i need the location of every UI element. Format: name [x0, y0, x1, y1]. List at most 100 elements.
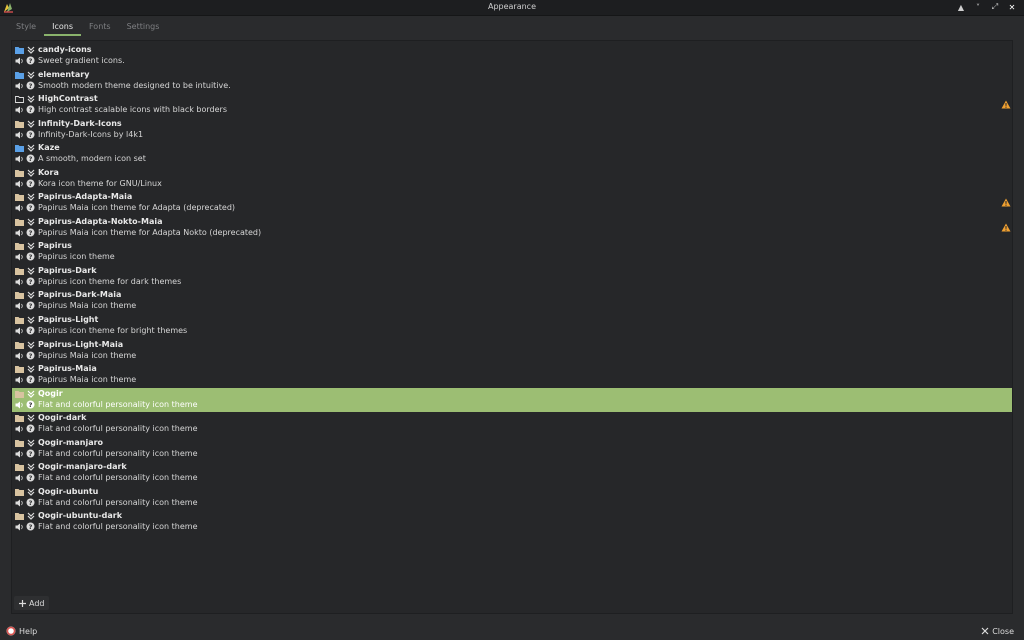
folder-icon: [15, 71, 24, 79]
icon-theme-row[interactable]: ? Papirus-Adapta-Maia Papirus Maia icon th…: [12, 191, 1012, 216]
speaker-icon: [15, 155, 23, 163]
icon-theme-row[interactable]: ? Papirus-Light-Maia Papirus Maia icon the…: [12, 339, 1012, 364]
icon-theme-list[interactable]: ? candy-icons Sweet gradient icons.? elemen…: [12, 44, 1012, 535]
theme-name: Kora: [38, 167, 59, 177]
svg-text:?: ?: [29, 401, 33, 409]
icon-theme-row[interactable]: ? Papirus-Dark Papirus icon theme for dark…: [12, 265, 1012, 290]
theme-description: Papirus Maia icon theme for Adapta Nokto…: [38, 227, 262, 237]
chevron-down-icon: [27, 46, 35, 54]
speaker-icon: [15, 474, 23, 482]
svg-text:?: ?: [29, 204, 33, 212]
chevron-down-icon: [27, 390, 35, 398]
add-button[interactable]: Add: [14, 596, 49, 610]
folder-icon: [15, 120, 24, 128]
speaker-icon: [15, 450, 23, 458]
help-icon: [6, 626, 16, 636]
bottom-bar: Help Close: [0, 621, 1024, 640]
theme-description: A smooth, modern icon set: [38, 154, 146, 164]
speaker-icon: [15, 278, 23, 286]
icon-theme-row[interactable]: ? Papirus-Adapta-Nokto-Maia Papirus Maia i…: [12, 216, 1012, 241]
svg-text:?: ?: [29, 450, 33, 458]
theme-description: Flat and colorful personality icon theme: [38, 448, 198, 458]
chevron-down-icon: [27, 169, 35, 177]
tab-settings[interactable]: Settings: [119, 19, 168, 34]
speaker-icon: [15, 180, 23, 188]
icon-theme-row[interactable]: ? Papirus-Dark-Maia Papirus Maia icon them…: [12, 289, 1012, 314]
folder-icon: [15, 47, 24, 54]
icon-theme-row[interactable]: ? elementary Smooth modern theme designed …: [12, 69, 1012, 94]
chevron-down-icon: [27, 120, 35, 128]
speaker-icon: [15, 131, 23, 139]
title-bar: Appearance ▲ ˅ ⤢ ✕: [0, 0, 1024, 16]
icon-theme-row[interactable]: ? HighContrast High contrast scalable icon…: [12, 93, 1012, 118]
chevron-down-icon: [27, 267, 35, 275]
theme-name: Papirus-Light-Maia: [38, 339, 124, 349]
maximize-button[interactable]: ⤢: [989, 1, 1001, 13]
chevron-down-icon: [27, 193, 35, 202]
icon-theme-row[interactable]: ? Qogir-manjaro Flat and colorful personal…: [12, 437, 1012, 462]
icon-theme-row[interactable]: ? Papirus-Maia Papirus Maia icon theme: [12, 363, 1012, 388]
help-circle-icon: ?: [26, 424, 35, 433]
theme-description: Flat and colorful personality icon theme: [38, 473, 198, 483]
speaker-icon: [15, 499, 23, 507]
chevron-down-icon: [27, 463, 35, 472]
svg-text:?: ?: [29, 523, 33, 531]
folder-icon: [15, 218, 24, 226]
theme-name: HighContrast: [38, 94, 98, 104]
help-circle-icon: ?: [26, 326, 35, 335]
help-circle-icon: ?: [26, 277, 35, 286]
close-button-label: Close: [992, 626, 1014, 636]
icon-theme-row[interactable]: ? candy-icons Sweet gradient icons.: [12, 44, 1012, 69]
svg-text:?: ?: [29, 327, 33, 335]
speaker-icon: [15, 204, 23, 212]
help-circle-icon: ?: [26, 400, 35, 409]
theme-description: Papirus Maia icon theme: [38, 301, 137, 311]
tab-style[interactable]: Style: [8, 19, 44, 34]
theme-description: Infinity-Dark-Icons by l4k1: [38, 129, 144, 139]
icon-theme-row[interactable]: ? Qogir-ubuntu Flat and colorful personali…: [12, 486, 1012, 511]
help-circle-icon: ?: [26, 449, 35, 458]
icon-theme-row[interactable]: ? Papirus Papirus icon theme: [12, 240, 1012, 265]
icon-theme-row[interactable]: ? Qogir Flat and colorful personality icon…: [12, 387, 1012, 413]
svg-text:?: ?: [29, 376, 33, 384]
chevron-down-icon: [27, 316, 35, 324]
theme-description: Sweet gradient icons.: [38, 56, 125, 65]
chevron-down-icon: [27, 414, 35, 423]
warning-icon: [1001, 100, 1011, 109]
icon-theme-row[interactable]: ? Qogir-manjaro-dark Flat and colorful per…: [12, 461, 1012, 486]
theme-description: High contrast scalable icons with black …: [38, 105, 227, 115]
icon-theme-row[interactable]: ? Kora Kora icon theme for GNU/Linux: [12, 167, 1012, 192]
theme-description: Papirus Maia icon theme: [38, 375, 137, 385]
svg-text:?: ?: [29, 425, 33, 433]
icon-theme-row[interactable]: ? Papirus-Light Papirus icon theme for bri…: [12, 314, 1012, 339]
icon-theme-row[interactable]: ? Infinity-Dark-Icons Infinity-Dark-Icons …: [12, 118, 1012, 143]
help-circle-icon: ?: [26, 522, 35, 531]
icon-theme-row[interactable]: ? Qogir-dark Flat and colorful personality…: [12, 412, 1012, 437]
close-window-button[interactable]: ✕: [1006, 1, 1018, 13]
minimize-button[interactable]: ˅: [972, 1, 984, 13]
speaker-icon: [15, 425, 23, 433]
theme-name: Qogir-ubuntu-dark: [38, 511, 123, 521]
tab-fonts[interactable]: Fonts: [81, 19, 119, 34]
keep-above-button[interactable]: ▲: [955, 1, 967, 13]
folder-icon: [15, 145, 24, 153]
folder-icon: [15, 194, 24, 202]
tab-bar: Style Icons Fonts Settings: [8, 19, 167, 36]
help-button[interactable]: Help: [6, 624, 37, 638]
icon-theme-row[interactable]: ? Qogir-ubuntu-dark Flat and colorful pers…: [12, 510, 1012, 535]
speaker-icon: [15, 327, 23, 335]
icon-theme-row[interactable]: ? Kaze A smooth, modern icon set: [12, 142, 1012, 167]
help-circle-icon: ?: [26, 105, 35, 114]
chevron-down-icon: [27, 439, 35, 447]
chevron-down-icon: [27, 512, 35, 521]
tab-icons[interactable]: Icons: [44, 19, 81, 36]
folder-icon: [15, 243, 24, 251]
folder-icon: [15, 267, 24, 275]
theme-name: Qogir-ubuntu: [38, 486, 99, 496]
svg-text:?: ?: [29, 82, 33, 90]
speaker-icon: [15, 401, 23, 409]
theme-name: Qogir: [38, 388, 63, 398]
help-circle-icon: ?: [26, 252, 35, 261]
svg-text:?: ?: [29, 253, 33, 261]
close-button[interactable]: Close: [981, 624, 1014, 638]
